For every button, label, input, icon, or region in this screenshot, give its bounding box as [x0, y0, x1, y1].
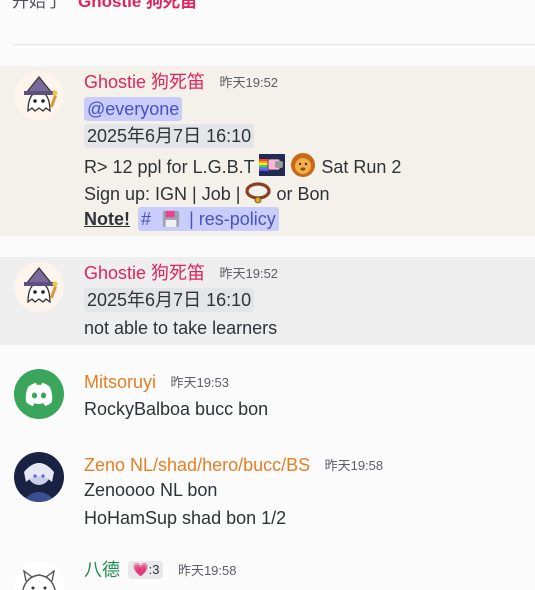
channel-hash-icon: #: [141, 209, 152, 229]
message-highlighted[interactable]: Ghostie 狗死笛 昨天19:52 @everyone 2025年6月7日 …: [0, 66, 535, 236]
cartoon-cat-avatar-icon: [14, 561, 64, 590]
message-line: R> 12 ppl for L.G.B.T Sat Run 2: [84, 152, 401, 179]
timestamp[interactable]: 昨天19:52: [220, 266, 279, 281]
time-chip[interactable]: 2025年6月7日 16:10: [84, 124, 255, 148]
role-badge[interactable]: 💗:3: [128, 561, 164, 579]
message-text: Sign up: IGN | Job |: [84, 184, 241, 204]
previous-message-tail: 开始了 Ghostie 狗死笛: [0, 0, 535, 18]
avatar-bade[interactable]: [14, 561, 64, 590]
message-line: 2025年6月7日 16:10: [84, 124, 255, 148]
avatar-mitsoruyi[interactable]: [14, 369, 64, 419]
previous-message-text: 开始了: [12, 0, 63, 11]
message-text: RockyBalboa bucc bon: [84, 399, 269, 419]
author-name[interactable]: 八德: [84, 560, 120, 580]
avatar-ghostie[interactable]: [14, 262, 64, 312]
message-text: or Bon: [276, 184, 330, 204]
everyone-mention[interactable]: @everyone: [84, 97, 183, 121]
message-line: Note! # | res-policy: [84, 207, 279, 231]
time-chip[interactable]: 2025年6月7日 16:10: [84, 288, 255, 312]
timestamp[interactable]: 昨天19:58: [325, 458, 384, 473]
author-name[interactable]: Zeno NL/shad/hero/bucc/BS: [84, 455, 310, 475]
channel-link-res-policy[interactable]: # | res-policy: [138, 207, 279, 231]
message-header: 八德 💗:3 昨天19:58: [84, 559, 236, 581]
ghost-witch-avatar-icon: [14, 71, 64, 121]
message-hovered[interactable]: Ghostie 狗死笛 昨天19:52 2025年6月7日 16:10 not …: [0, 257, 535, 345]
date-divider: [14, 44, 535, 45]
message-text: R> 12 ppl for L.G.B.T: [84, 157, 255, 177]
message-line: Sign up: IGN | Job | or Bon: [84, 179, 330, 206]
message-header: Zeno NL/shad/hero/bucc/BS 昨天19:58: [84, 454, 383, 476]
ghost-witch-avatar-icon: [14, 262, 64, 312]
message-text: Zenoooo NL bon: [84, 480, 218, 500]
author-name[interactable]: Ghostie 狗死笛: [84, 263, 205, 283]
discord-logo-icon: [25, 383, 53, 406]
anime-character-avatar-icon: [14, 452, 64, 502]
author-name[interactable]: Ghostie 狗死笛: [84, 72, 205, 92]
floppy-icon: [162, 210, 180, 228]
author-name[interactable]: Mitsoruyi: [84, 372, 156, 392]
message-header: Mitsoruyi 昨天19:53: [84, 371, 229, 393]
message[interactable]: 八德 💗:3 昨天19:58: [0, 553, 535, 590]
message-line: @everyone: [84, 97, 183, 121]
channel-name: | res-policy: [189, 209, 276, 229]
nyan-cat-icon: [259, 154, 286, 176]
message-text: Sat Run 2: [321, 157, 402, 177]
message-header: Ghostie 狗死笛 昨天19:52: [84, 262, 278, 284]
note-label: Note!: [84, 209, 130, 229]
message-line: 2025年6月7日 16:10: [84, 288, 255, 312]
message-header: Ghostie 狗死笛 昨天19:52: [84, 71, 278, 93]
message[interactable]: Mitsoruyi 昨天19:53 RockyBalboa bucc bon: [0, 362, 535, 432]
message[interactable]: Zeno NL/shad/hero/bucc/BS 昨天19:58 Zenooo…: [0, 445, 535, 540]
message-text: not able to take learners: [84, 318, 278, 338]
timestamp[interactable]: 昨天19:53: [170, 375, 229, 390]
collar-icon: [245, 182, 272, 204]
timestamp[interactable]: 昨天19:58: [178, 563, 237, 578]
message-text: HoHamSup shad bon 1/2: [84, 508, 287, 528]
previous-message-mention[interactable]: Ghostie 狗死笛: [78, 0, 197, 14]
avatar-zeno[interactable]: [14, 452, 64, 502]
lion-icon: [291, 153, 316, 177]
timestamp[interactable]: 昨天19:52: [220, 75, 279, 90]
avatar-ghostie[interactable]: [14, 71, 64, 121]
